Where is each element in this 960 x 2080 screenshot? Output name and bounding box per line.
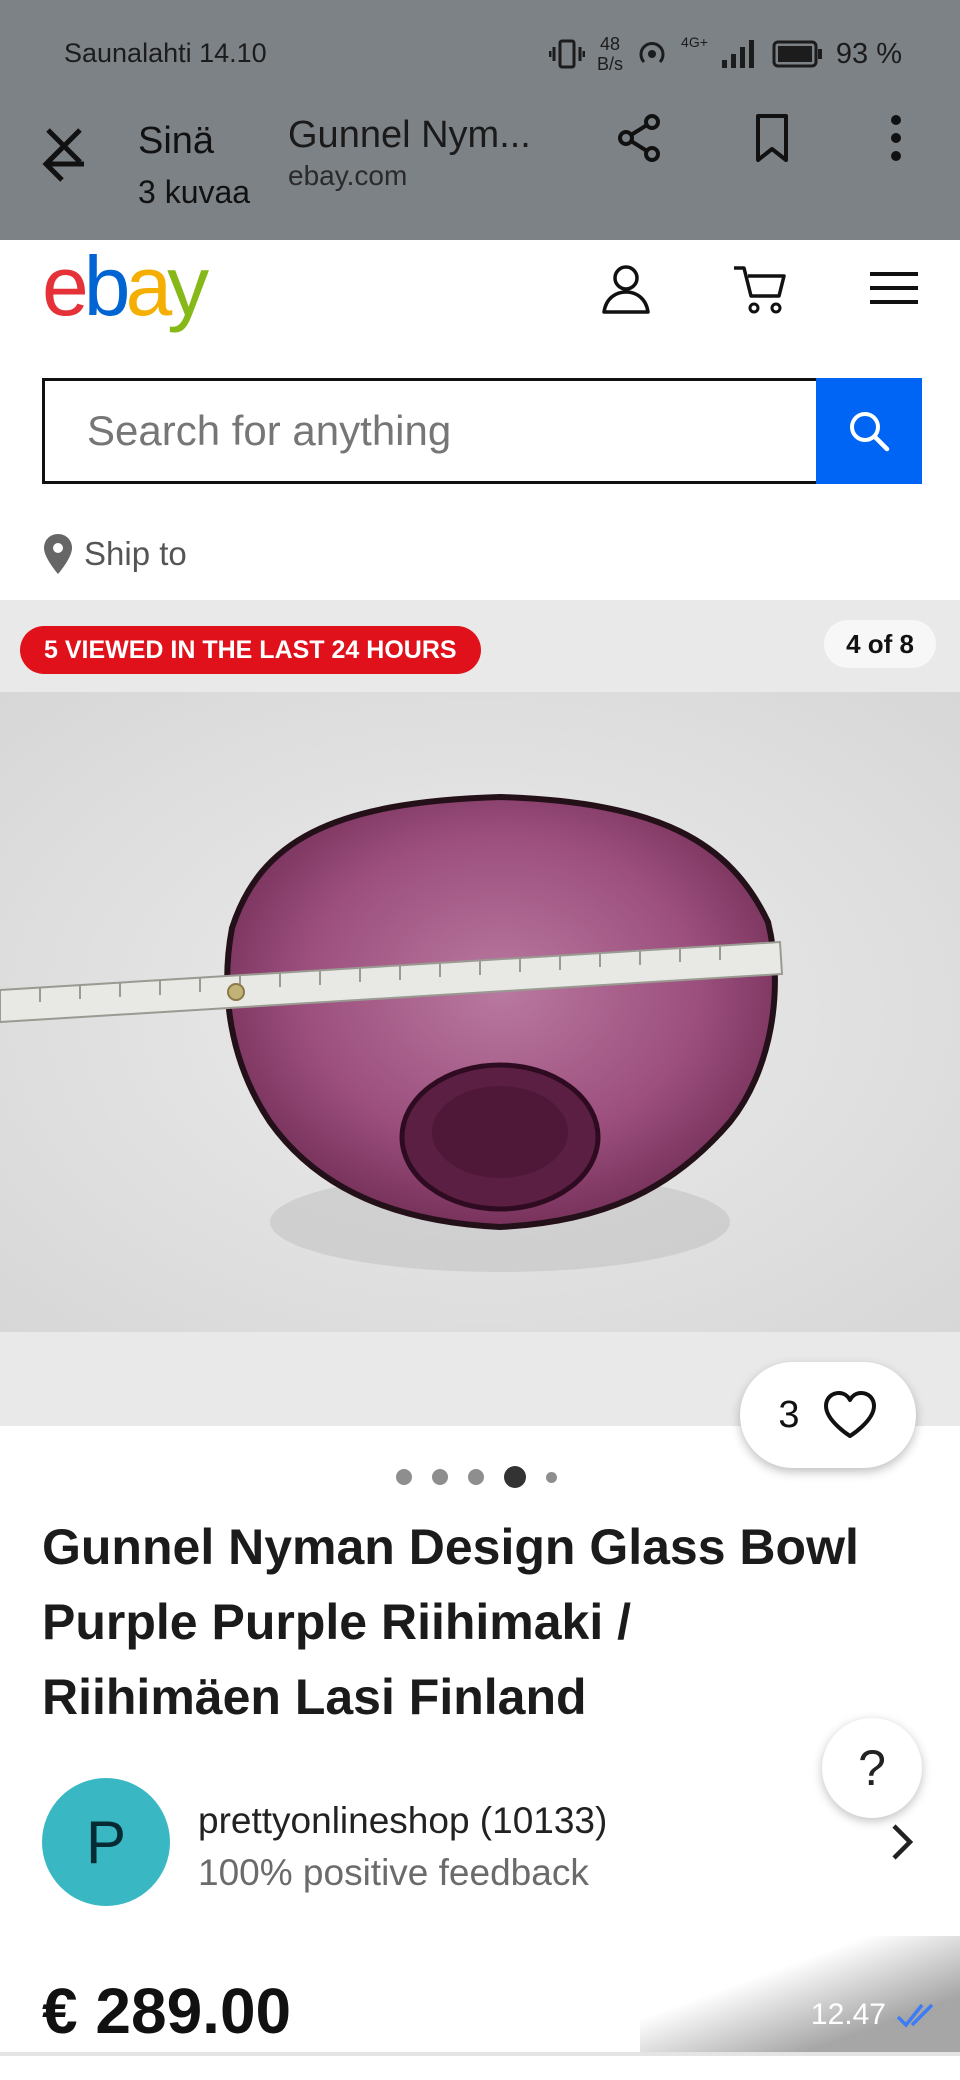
search-bar: [42, 378, 922, 484]
seller-avatar: P: [42, 1778, 170, 1906]
back-arrow-icon[interactable]: [40, 140, 88, 188]
signal-icon: [721, 40, 754, 68]
seller-name: prettyonlineshop (10133): [198, 1800, 608, 1841]
bookmark-icon[interactable]: [744, 110, 800, 166]
image-counter: 4 of 8: [824, 620, 936, 668]
timestamp-shade: [640, 1936, 960, 2056]
more-options-icon[interactable]: [872, 110, 920, 166]
location-pin-icon: [44, 534, 72, 574]
media-viewer-overlay: Saunalahti 14.10 48 B/s 4G+ 93 % Sinä 3 …: [0, 0, 960, 240]
heart-icon: [823, 1391, 876, 1438]
listing-title: Gunnel Nyman Design Glass Bowl Purple Pu…: [42, 1519, 859, 1725]
search-input[interactable]: [45, 381, 816, 481]
seller-card[interactable]: P prettyonlineshop (10133) 100% positive…: [42, 1778, 922, 1908]
message-timestamp: 12.47: [811, 1998, 938, 2032]
double-check-icon: [896, 2003, 934, 2028]
pagination-dot[interactable]: [468, 1469, 484, 1485]
vibrate-icon: [549, 39, 586, 69]
logo-letter-y: y: [167, 239, 209, 333]
pagination-dot[interactable]: [432, 1469, 448, 1485]
net-speed-value: 48: [600, 34, 621, 54]
seller-feedback: 100% positive feedback: [198, 1852, 589, 1893]
net-speed-unit: B/s: [597, 54, 624, 74]
status-icons: 48 B/s 4G+ 93 %: [549, 34, 902, 74]
battery-icon: [772, 40, 822, 68]
viewed-badge: 5 VIEWED IN THE LAST 24 HOURS: [20, 626, 481, 674]
watch-count: 3: [778, 1393, 800, 1436]
gallery-pagination: [396, 1466, 557, 1488]
timestamp-text: 12.47: [810, 1998, 886, 2031]
item-price: € 289.00: [42, 1975, 292, 2047]
signal-label: 4G+: [681, 34, 708, 50]
ebay-logo[interactable]: ebay: [42, 244, 209, 328]
logo-letter-b: b: [83, 239, 131, 333]
sender-name: Sinä: [138, 120, 215, 162]
product-photo[interactable]: [0, 692, 960, 1332]
logo-letter-e: e: [42, 239, 89, 333]
share-icon[interactable]: [612, 110, 668, 166]
net-speed: 48 B/s: [597, 34, 623, 74]
search-icon: [850, 412, 890, 452]
chevron-right-icon: [892, 1824, 914, 1860]
carrier-time: Saunalahti 14.10: [64, 38, 267, 68]
status-bar: Saunalahti 14.10 48 B/s 4G+ 93 %: [0, 0, 960, 108]
link-title: Gunnel Nym...: [288, 114, 531, 156]
link-domain: ebay.com: [288, 160, 408, 191]
watch-button[interactable]: 3: [740, 1362, 916, 1468]
divider: [0, 2052, 960, 2056]
hotspot-icon: [639, 42, 665, 64]
ship-to-link[interactable]: Ship to: [42, 532, 187, 576]
pagination-dot[interactable]: [396, 1469, 412, 1485]
media-viewer-toolbar: Sinä 3 kuvaa Gunnel Nym... ebay.com: [0, 108, 960, 224]
cart-icon[interactable]: [730, 258, 790, 318]
pagination-dot-active[interactable]: [504, 1466, 526, 1488]
pagination-dot[interactable]: [546, 1471, 557, 1483]
logo-letter-a: a: [125, 239, 172, 333]
image-gallery[interactable]: 5 VIEWED IN THE LAST 24 HOURS 4 of 8: [0, 600, 960, 1426]
ship-to-label: Ship to: [84, 535, 187, 572]
search-button[interactable]: [816, 378, 922, 484]
photo-count: 3 kuvaa: [138, 174, 251, 210]
account-icon[interactable]: [596, 258, 656, 318]
menu-icon[interactable]: [864, 258, 924, 318]
battery-level: 93 %: [835, 37, 902, 70]
